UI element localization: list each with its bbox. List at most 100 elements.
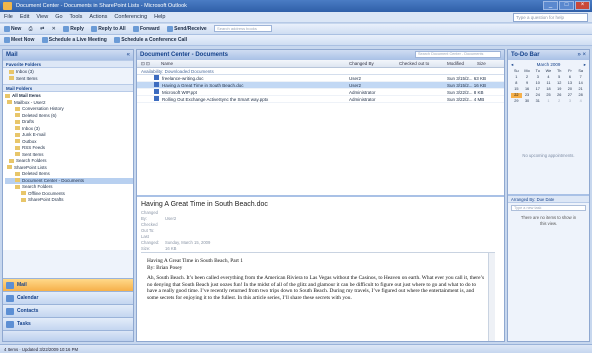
list-search-input[interactable]: Search Document Center - Documents <box>415 51 501 58</box>
preview-meta-row: Checked Out To: <box>137 222 504 234</box>
send-receive-button[interactable]: Send/Receive <box>167 25 207 32</box>
menu-conferencing[interactable]: Conferencing <box>114 14 147 20</box>
menu-actions[interactable]: Actions <box>89 14 107 20</box>
calendar-day[interactable]: 23 <box>522 93 533 98</box>
menu-go[interactable]: Go <box>55 14 62 20</box>
calendar-day[interactable]: 9 <box>522 81 533 86</box>
prev-month-icon[interactable]: ◂ <box>511 62 513 68</box>
col-size[interactable]: Size <box>477 60 486 68</box>
calendar-day[interactable]: 15 <box>511 87 522 92</box>
menu-help[interactable]: Help <box>154 14 165 20</box>
document-row[interactable]: Having a Great Time in South Beach.doc Us… <box>137 82 504 89</box>
nav-button-tasks[interactable]: Tasks <box>3 317 133 330</box>
maximize-button[interactable]: □ <box>559 1 574 10</box>
calendar-day[interactable]: 16 <box>522 87 533 92</box>
address-book-search[interactable]: Search address books <box>214 25 273 33</box>
menu-view[interactable]: View <box>36 14 48 20</box>
calendar-day[interactable]: 21 <box>575 87 586 92</box>
calendar-day[interactable]: 3 <box>532 75 543 80</box>
calendar-day[interactable]: 17 <box>532 87 543 92</box>
nav-button-contacts[interactable]: Contacts <box>3 304 133 317</box>
new-button[interactable]: New <box>4 25 21 32</box>
calendar-day[interactable]: 2 <box>554 99 565 104</box>
close-todo-icon[interactable]: » × <box>577 50 586 60</box>
meet-now-button[interactable]: Meet Now <box>4 36 34 43</box>
nav-button-calendar[interactable]: Calendar <box>3 291 133 304</box>
document-icon <box>154 96 159 101</box>
move-icon[interactable]: ⇄ <box>40 26 44 32</box>
col-checked-out[interactable]: Checked out to <box>399 60 429 68</box>
forward-button[interactable]: Forward <box>133 25 160 32</box>
favorites-header[interactable]: Favorite Folders <box>3 60 133 68</box>
calendar-day[interactable]: 13 <box>565 81 576 86</box>
document-preview[interactable]: Having A Great Time in South Beach, Part… <box>141 252 495 341</box>
calendar-day[interactable]: 3 <box>565 99 576 104</box>
calendar-day[interactable]: 24 <box>532 93 543 98</box>
calendar-day[interactable]: 4 <box>543 75 554 80</box>
menu-edit[interactable]: Edit <box>20 14 29 20</box>
arrange-by[interactable]: Arranged By: Due Date <box>508 196 589 203</box>
calendar-day[interactable]: 14 <box>575 81 586 86</box>
close-button[interactable]: × <box>575 1 590 10</box>
reply-icon <box>63 25 70 32</box>
meet-icon <box>4 36 10 43</box>
document-row[interactable]: freelance-writing.doc User2 Sun 3/15/2... … <box>137 75 504 82</box>
menu-tools[interactable]: Tools <box>70 14 83 20</box>
calendar-day[interactable]: 27 <box>565 93 576 98</box>
menu-file[interactable]: File <box>4 14 13 20</box>
weekday-label: We <box>545 69 552 73</box>
calendar-day[interactable]: 26 <box>554 93 565 98</box>
calendar-day[interactable]: 29 <box>511 99 522 104</box>
folder-item[interactable]: SharePoint Drafts <box>5 197 133 204</box>
help-search-input[interactable]: Type a question for help <box>513 13 588 22</box>
collapse-icon[interactable]: « <box>127 50 130 60</box>
calendar-day[interactable]: 2 <box>522 75 533 80</box>
calendar-day[interactable]: 18 <box>543 87 554 92</box>
reply-button[interactable]: Reply <box>63 25 84 32</box>
calendar-day[interactable]: 19 <box>554 87 565 92</box>
calendar-day[interactable]: 11 <box>543 81 554 86</box>
doc-modified: Sun 3/15/2... 63 KB <box>447 76 487 81</box>
sort-icon[interactable]: ⊡ ⊡ <box>141 60 150 68</box>
col-changed-by[interactable]: Changed By <box>349 60 374 68</box>
mail-folders-header[interactable]: Mail Folders <box>3 84 133 92</box>
calendar-day[interactable]: 20 <box>565 87 576 92</box>
calendar-day[interactable]: 25 <box>543 93 554 98</box>
calendar-day[interactable]: 12 <box>554 81 565 86</box>
schedule-conference-button[interactable]: Schedule a Conference Call <box>114 36 187 43</box>
favorite-folder[interactable]: Sent Items <box>9 76 133 83</box>
folder-label: SharePoint Lists <box>14 164 47 170</box>
delete-icon[interactable]: ✕ <box>52 26 56 32</box>
calendar-day[interactable]: 1 <box>543 99 554 104</box>
schedule-live-meeting-button[interactable]: Schedule a Live Meeting <box>41 36 107 43</box>
print-icon[interactable]: ⎙ <box>29 26 33 32</box>
calendar-day[interactable]: 31 <box>532 99 543 104</box>
col-modified[interactable]: Modified <box>447 60 464 68</box>
weekday-label: Su <box>514 69 519 73</box>
document-row[interactable]: Rolling Out Exchange ActiveSync the Smar… <box>137 96 504 103</box>
calendar-day[interactable]: 6 <box>565 75 576 80</box>
calendar-day[interactable]: 4 <box>575 99 586 104</box>
new-task-input[interactable]: Type a new task <box>511 205 586 211</box>
navigation-pane: Mail « Favorite Folders Inbox (3) Sent Ite… <box>2 49 134 342</box>
reply-all-button[interactable]: Reply to All <box>91 25 126 32</box>
calendar-day[interactable]: 10 <box>532 81 543 86</box>
document-row[interactable]: Microsoft WIP.ppt Administrator Sun 3/22/2… <box>137 89 504 96</box>
nav-shortcuts-strip[interactable] <box>3 330 133 341</box>
calendar-day[interactable]: 8 <box>511 81 522 86</box>
group-header[interactable]: Availability: Downloaded Documents <box>137 68 504 75</box>
calendar-day[interactable]: 1 <box>511 75 522 80</box>
calendar-day[interactable]: 28 <box>575 93 586 98</box>
calendar-day[interactable]: 22 <box>511 93 522 98</box>
calendar-day[interactable]: 7 <box>575 75 586 80</box>
next-month-icon[interactable]: ▸ <box>584 62 586 68</box>
folder-label: Junk E-mail <box>22 132 46 137</box>
minimize-button[interactable]: _ <box>543 1 558 10</box>
preview-scrollbar[interactable] <box>488 253 495 341</box>
calendar-day[interactable]: 30 <box>522 99 533 104</box>
folder-tree: All Mail Items Mailbox - User2 Conversati… <box>3 92 133 250</box>
calendar-day[interactable]: 5 <box>554 75 565 80</box>
nav-button-mail[interactable]: Mail <box>3 278 133 291</box>
favorite-folders: Inbox (3) Sent Items <box>3 68 133 84</box>
col-name[interactable]: Name <box>161 60 173 68</box>
